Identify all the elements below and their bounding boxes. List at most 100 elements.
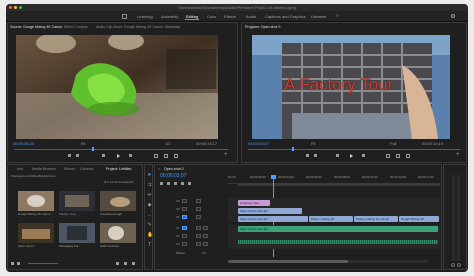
snap-icon[interactable]	[167, 182, 170, 185]
audio-clip-a1[interactable]: Open shot 0.mp4 [A]	[238, 226, 438, 232]
program-play-icon[interactable]	[350, 154, 353, 158]
tab-effect-controls[interactable]: Effect Controls	[64, 23, 88, 31]
video-clip-v2[interactable]: Open shot 0.mp4 [V]	[238, 208, 302, 214]
pen-tool-icon[interactable]: ✎	[147, 223, 152, 228]
playhead-handle[interactable]	[271, 175, 276, 179]
program-scrub-bar[interactable]	[248, 149, 460, 150]
hand-tool-icon[interactable]: ✋	[147, 233, 153, 238]
tab-program[interactable]: Program: Open shot 0	[245, 23, 280, 31]
linked-selection-icon[interactable]	[174, 182, 177, 185]
project-item[interactable]	[100, 223, 136, 243]
master-volume-value[interactable]: 0.0	[202, 251, 206, 255]
work-area-bar[interactable]	[238, 184, 440, 186]
source-scrub-bar[interactable]	[14, 149, 228, 150]
video-clip-v1[interactable]: Pastry making 4K	[309, 216, 353, 222]
workspace-effects[interactable]: Effects	[224, 11, 236, 22]
nest-icon[interactable]	[160, 182, 163, 185]
add-button-icon[interactable]: +	[224, 152, 228, 158]
minimize-window-button[interactable]	[14, 6, 17, 9]
trash-icon[interactable]	[132, 262, 135, 265]
track-target-toggle[interactable]	[182, 207, 187, 211]
tab-metadata[interactable]: Metadata	[165, 23, 180, 31]
mark-out-icon[interactable]	[76, 154, 79, 157]
track-eye-toggle[interactable]	[196, 207, 201, 211]
track-eye-toggle[interactable]	[196, 215, 201, 219]
track-target-toggle[interactable]	[182, 199, 187, 203]
solo-toggle[interactable]	[203, 226, 208, 230]
mute-toggle[interactable]	[196, 226, 201, 230]
razor-tool-icon[interactable]: ◆	[147, 203, 152, 208]
tab-libraries[interactable]: Libraries	[80, 165, 94, 173]
solo-left-button[interactable]	[451, 263, 455, 267]
program-mark-in-icon[interactable]	[306, 154, 309, 157]
tab-audio-clip-mixer[interactable]: Audio Clip Mixer: Dough Mixing 4K Canon	[96, 23, 163, 31]
source-scale-select[interactable]: 1/2	[165, 141, 171, 146]
play-icon[interactable]	[117, 154, 120, 158]
track-target-toggle[interactable]	[182, 242, 187, 246]
tab-source[interactable]: Source: Dough Mixing 4K Canon	[10, 23, 62, 31]
overwrite-icon[interactable]	[164, 154, 168, 158]
program-scale-select[interactable]: Full	[390, 141, 396, 146]
program-export-frame-icon[interactable]	[406, 154, 410, 158]
program-step-forward-icon[interactable]	[362, 154, 365, 157]
timeline-timecode[interactable]: 00;00;03;07	[160, 174, 186, 179]
workspace-audio[interactable]: Audio	[246, 11, 256, 22]
program-playhead[interactable]	[292, 147, 294, 151]
mark-in-icon[interactable]	[68, 154, 71, 157]
video-clip-v1[interactable]: Dough Mixing 4K	[399, 216, 439, 222]
timeline-settings-icon[interactable]	[188, 182, 191, 185]
thumbnail-zoom-slider[interactable]	[28, 263, 58, 264]
tab-info[interactable]: Info	[17, 165, 23, 173]
project-item[interactable]	[59, 223, 95, 243]
track-target-toggle[interactable]	[182, 234, 187, 238]
program-timecode[interactable]: 00;00;03;07	[248, 141, 269, 146]
track-eye-toggle[interactable]	[196, 199, 201, 203]
project-item[interactable]	[59, 191, 95, 211]
tab-project[interactable]: Project: Untitled	[106, 165, 131, 173]
source-timecode[interactable]: 00;00;06;20	[13, 141, 34, 146]
solo-toggle[interactable]	[203, 234, 208, 238]
mute-toggle[interactable]	[196, 234, 201, 238]
time-ruler[interactable]: 00;00 00;00;02;00 00;00;04;00 00;00;06;0…	[228, 175, 440, 184]
extract-icon[interactable]	[396, 154, 400, 158]
tab-sequence[interactable]: Open shot 0	[164, 165, 184, 173]
project-item[interactable]	[100, 191, 136, 211]
video-clip-v1[interactable]: Pastry making 4K Canon	[354, 216, 398, 222]
slip-tool-icon[interactable]: ↔	[147, 213, 152, 218]
new-item-icon[interactable]	[124, 262, 127, 265]
selection-tool-icon[interactable]: ➤	[147, 173, 152, 178]
workspace-captions[interactable]: Captions and Graphics	[265, 11, 306, 22]
export-frame-icon[interactable]	[174, 154, 178, 158]
solo-right-button[interactable]	[457, 263, 461, 267]
icon-view-icon[interactable]	[17, 262, 20, 265]
video-clip-v1[interactable]: Open shot 0.mp4 [V]	[238, 216, 308, 222]
type-tool-icon[interactable]: T	[147, 243, 152, 248]
workspace-libraries[interactable]: Libraries	[311, 11, 326, 22]
program-fit-select[interactable]: Fit	[311, 141, 315, 146]
program-step-back-icon[interactable]	[336, 154, 339, 157]
tab-media-browser[interactable]: Media Browser	[32, 165, 56, 173]
source-playhead[interactable]	[92, 147, 94, 151]
source-fit-select[interactable]: Fit	[81, 141, 85, 146]
step-back-icon[interactable]	[102, 154, 105, 157]
workspace-color[interactable]: Color	[207, 11, 217, 22]
zoom-window-button[interactable]	[19, 6, 22, 9]
new-bin-icon[interactable]	[116, 262, 119, 265]
close-sequence-icon[interactable]: ×	[158, 165, 160, 173]
program-mark-out-icon[interactable]	[314, 154, 317, 157]
step-forward-icon[interactable]	[129, 154, 132, 157]
search-icon[interactable]	[451, 14, 455, 18]
workspace-overflow-icon[interactable]: »	[336, 13, 339, 19]
project-item[interactable]	[18, 223, 54, 243]
project-item[interactable]	[18, 191, 54, 211]
ripple-edit-tool-icon[interactable]: ⇹	[147, 193, 152, 198]
tab-effects[interactable]: Effects	[64, 165, 75, 173]
program-add-button-icon[interactable]: +	[456, 152, 460, 158]
lift-icon[interactable]	[386, 154, 390, 158]
workspace-learning[interactable]: Learning	[137, 11, 153, 22]
solo-toggle[interactable]	[203, 242, 208, 246]
workspace-editing[interactable]: Editing	[184, 11, 200, 22]
timeline-hscroll-thumb[interactable]	[228, 260, 348, 263]
track-target-toggle[interactable]	[182, 215, 187, 219]
add-marker-icon[interactable]	[181, 182, 184, 185]
